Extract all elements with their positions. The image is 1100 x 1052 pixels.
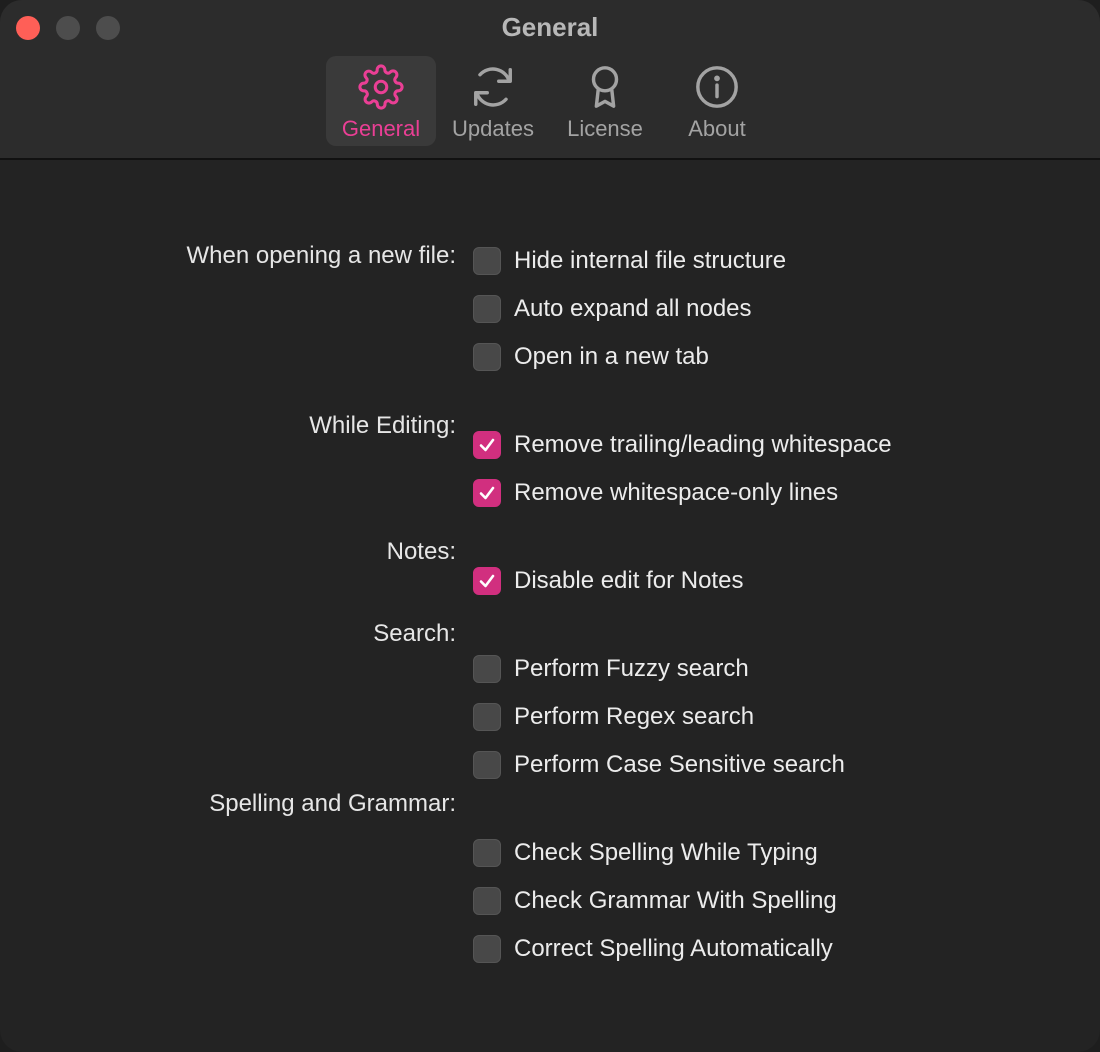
section-label-spelling: Spelling and Grammar: bbox=[209, 790, 456, 817]
option-hide-internal-structure[interactable]: Hide internal file structure bbox=[473, 246, 786, 276]
gear-icon bbox=[358, 64, 404, 110]
checkbox-regex-search[interactable] bbox=[473, 703, 501, 731]
tab-updates[interactable]: Updates bbox=[438, 56, 548, 146]
option-auto-expand-nodes[interactable]: Auto expand all nodes bbox=[473, 294, 752, 324]
window-title: General bbox=[501, 12, 599, 42]
option-label: Remove whitespace-only lines bbox=[514, 479, 839, 506]
option-label: Open in a new tab bbox=[514, 343, 709, 370]
checkbox-correct-spelling[interactable] bbox=[473, 935, 501, 963]
option-label: Correct Spelling Automatically bbox=[514, 935, 833, 962]
tab-about[interactable]: About bbox=[662, 56, 772, 146]
section-label-open-file: When opening a new file: bbox=[186, 242, 456, 269]
checkbox-auto-expand-nodes[interactable] bbox=[473, 295, 501, 323]
tab-general[interactable]: General bbox=[326, 56, 436, 146]
checkmark-icon bbox=[479, 486, 495, 500]
title-bar: General General Updates License About bbox=[0, 0, 1100, 160]
checkbox-open-in-new-tab[interactable] bbox=[473, 343, 501, 371]
option-label: Remove trailing/leading whitespace bbox=[514, 431, 892, 458]
tab-license[interactable]: License bbox=[550, 56, 660, 146]
checkbox-remove-trailing-whitespace[interactable] bbox=[473, 431, 501, 459]
option-remove-trailing-whitespace[interactable]: Remove trailing/leading whitespace bbox=[473, 430, 892, 460]
option-correct-spelling[interactable]: Correct Spelling Automatically bbox=[473, 934, 833, 964]
option-label: Hide internal file structure bbox=[514, 247, 787, 274]
refresh-icon bbox=[474, 67, 512, 107]
checkbox-check-spelling[interactable] bbox=[473, 839, 501, 867]
checkbox-disable-edit-notes[interactable] bbox=[473, 567, 501, 595]
checkbox-remove-whitespace-lines[interactable] bbox=[473, 479, 501, 507]
option-case-sensitive-search[interactable]: Perform Case Sensitive search bbox=[473, 750, 845, 780]
option-label: Check Spelling While Typing bbox=[514, 839, 818, 866]
option-regex-search[interactable]: Perform Regex search bbox=[473, 702, 754, 732]
option-check-spelling[interactable]: Check Spelling While Typing bbox=[473, 838, 818, 868]
option-remove-whitespace-lines[interactable]: Remove whitespace-only lines bbox=[473, 478, 838, 508]
option-disable-edit-notes[interactable]: Disable edit for Notes bbox=[473, 566, 743, 596]
tab-updates-label: Updates bbox=[452, 116, 534, 141]
checkbox-case-sensitive-search[interactable] bbox=[473, 751, 501, 779]
option-label: Check Grammar With Spelling bbox=[514, 887, 837, 914]
checkbox-check-grammar[interactable] bbox=[473, 887, 501, 915]
option-open-in-new-tab[interactable]: Open in a new tab bbox=[473, 342, 709, 372]
info-icon bbox=[696, 66, 738, 108]
preferences-window: General General Updates License About Wh… bbox=[0, 0, 1100, 1052]
checkmark-icon bbox=[479, 574, 495, 588]
section-label-search: Search: bbox=[373, 620, 456, 647]
preferences-toolbar: General Updates License About bbox=[326, 56, 772, 146]
option-label: Auto expand all nodes bbox=[514, 295, 752, 322]
option-label: Perform Case Sensitive search bbox=[514, 751, 845, 778]
option-fuzzy-search[interactable]: Perform Fuzzy search bbox=[473, 654, 749, 684]
tab-license-label: License bbox=[567, 116, 643, 141]
option-check-grammar[interactable]: Check Grammar With Spelling bbox=[473, 886, 837, 916]
checkmark-icon bbox=[479, 438, 495, 452]
ribbon-icon bbox=[591, 66, 619, 108]
tab-about-label: About bbox=[688, 116, 746, 141]
option-label: Perform Regex search bbox=[514, 703, 755, 730]
option-label: Disable edit for Notes bbox=[514, 567, 744, 594]
option-label: Perform Fuzzy search bbox=[514, 655, 749, 682]
tab-general-label: General bbox=[341, 116, 421, 141]
general-settings-pane: When opening a new file: Hide internal f… bbox=[0, 162, 1100, 1052]
checkbox-fuzzy-search[interactable] bbox=[473, 655, 501, 683]
checkbox-hide-internal-structure[interactable] bbox=[473, 247, 501, 275]
section-label-editing: While Editing: bbox=[309, 412, 456, 439]
section-label-notes: Notes: bbox=[386, 538, 456, 565]
